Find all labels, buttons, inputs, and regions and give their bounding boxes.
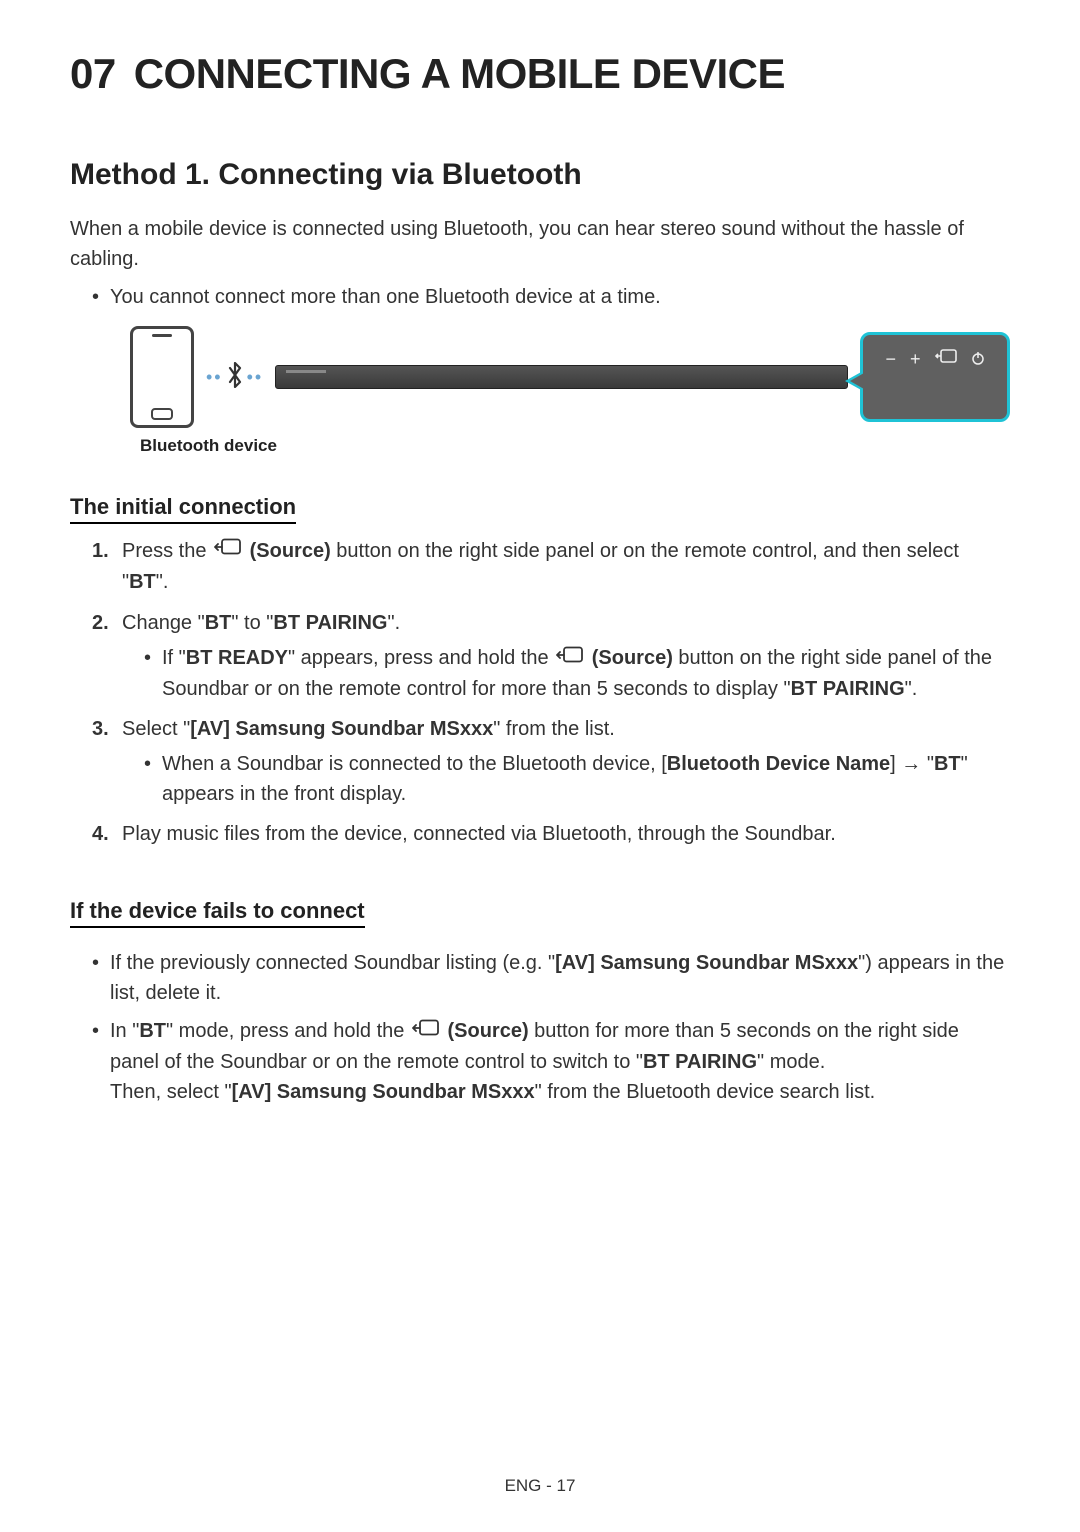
initial-connection-title: The initial connection xyxy=(70,494,296,524)
step-4: Play music files from the device, connec… xyxy=(92,819,1010,850)
step-3: Select "[AV] Samsung Soundbar MSxxx" fro… xyxy=(92,714,1010,809)
source-icon xyxy=(556,643,584,673)
source-icon xyxy=(935,349,957,370)
step-3-sub: When a Soundbar is connected to the Blue… xyxy=(144,749,1010,809)
chapter-heading: 07 CONNECTING A MOBILE DEVICE xyxy=(70,50,1010,98)
step-2: Change "BT" to "BT PAIRING". If "BT READ… xyxy=(92,608,1010,704)
phone-illustration xyxy=(130,326,194,428)
source-icon xyxy=(412,1016,440,1046)
phone-icon xyxy=(130,326,194,428)
section-note: You cannot connect more than one Bluetoo… xyxy=(92,282,1010,312)
step-2-sub: If "BT READY" appears, press and hold th… xyxy=(144,643,1010,704)
chapter-title: CONNECTING A MOBILE DEVICE xyxy=(134,50,785,97)
side-panel-callout: − + xyxy=(860,332,1010,422)
plus-icon: + xyxy=(910,349,921,370)
bluetooth-icon xyxy=(227,362,243,395)
source-icon xyxy=(214,535,242,566)
minus-icon: − xyxy=(885,349,896,370)
fails-title: If the device fails to connect xyxy=(70,898,365,928)
fails-item-2: In "BT" mode, press and hold the (Source… xyxy=(92,1016,1010,1107)
section-intro: When a mobile device is connected using … xyxy=(70,214,1010,274)
fails-item-1: If the previously connected Soundbar lis… xyxy=(92,948,1010,1008)
power-icon xyxy=(971,349,985,370)
arrow-right-icon: → xyxy=(901,753,921,775)
step-1: Press the (Source) button on the right s… xyxy=(92,536,1010,598)
page-footer: ENG - 17 xyxy=(0,1476,1080,1496)
section-title: Method 1. Connecting via Bluetooth xyxy=(70,158,1010,192)
chapter-number: 07 xyxy=(70,50,116,97)
diagram-caption: Bluetooth device xyxy=(140,436,1010,456)
soundbar-illustration xyxy=(275,365,848,389)
diagram: •• •• − + xyxy=(130,326,1010,428)
bluetooth-waves-icon: •• •• xyxy=(206,361,263,394)
